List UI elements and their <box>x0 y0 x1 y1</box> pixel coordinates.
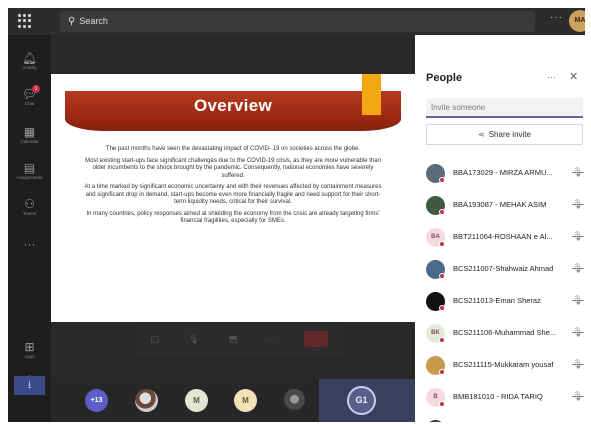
download-icon[interactable]: ⭳ <box>14 376 45 395</box>
rail-item-assignments[interactable]: ▤ Assignments <box>8 161 51 180</box>
presence-indicator <box>439 209 445 215</box>
share-invite-label: Share invite <box>488 130 531 139</box>
participant-name: BBT211064-ROSHAAN e Al... <box>453 232 553 241</box>
rail-item-label: Assignments <box>16 175 43 180</box>
shared-slide: Overview The past months have seen the d… <box>51 74 415 322</box>
mic-muted-icon[interactable]: 🎙︎ <box>572 263 583 274</box>
calendar-icon: ▦ <box>23 125 36 139</box>
share-screen-icon[interactable]: ⬒ <box>229 334 238 345</box>
participant-row[interactable]: BK BCS211106-Muhammad She... 🎙︎ <box>426 322 585 346</box>
rail-item-calendar[interactable]: ▦ Calendar <box>8 125 51 144</box>
assignments-icon: ▤ <box>23 161 36 175</box>
mic-muted-icon[interactable]: 🎙︎ <box>572 359 583 370</box>
presence-indicator <box>439 305 445 311</box>
participant-avatar[interactable] <box>135 389 158 412</box>
rail-item-label: Apps <box>24 354 35 359</box>
participant-name: BCS211106-Muhammad She... <box>453 328 557 337</box>
slide-paragraph: Most existing start-ups face significant… <box>85 157 381 179</box>
presence-indicator <box>439 337 445 343</box>
rail-item-chat[interactable]: 💬︎ 1 Chat <box>8 85 51 106</box>
presence-indicator <box>439 241 445 247</box>
apps-icon: ⊞ <box>24 340 35 354</box>
rail-item-apps[interactable]: ⊞ Apps <box>8 340 51 359</box>
panel-more-icon[interactable]: ··· <box>547 72 556 82</box>
chat-icon: 💬︎ <box>21 87 38 101</box>
presence-indicator <box>439 401 445 407</box>
teams-window: ⚲ Search ··· MA 🔔︎ Activity 💬︎ 1 Chat ▦ C… <box>8 8 585 422</box>
rail-item-label: Calendar <box>20 139 39 144</box>
rail-item-label: Chat <box>24 101 35 106</box>
search-placeholder: Search <box>79 16 108 26</box>
participant-name: BCS211007-Shahwaiz Ahmad <box>453 264 554 273</box>
more-options-icon[interactable]: ··· <box>550 12 563 23</box>
participant-avatar <box>426 420 445 422</box>
participant-name: BBA173029 - MIRZA ARMU... <box>453 168 553 177</box>
teams-icon: ⚇ <box>24 197 35 211</box>
rail-item-activity[interactable]: 🔔︎ Activity <box>8 51 51 70</box>
people-panel: People ··· ✕ ⋖Share invite BBA173029 - M… <box>415 35 585 422</box>
hang-up-button[interactable] <box>304 331 329 347</box>
top-bar: ⚲ Search ··· MA <box>8 8 585 35</box>
search-box[interactable]: ⚲ Search <box>60 11 535 32</box>
participant-name: BBA193087 - MEHAK ASIM <box>453 200 547 209</box>
participant-row[interactable]: BCS211115-Mukkaram yousaf 🎙︎ <box>426 354 585 378</box>
participant-avatar[interactable] <box>283 389 306 412</box>
rail-item-label: Activity <box>22 65 37 70</box>
participant-strip: +13 M M G1 <box>51 379 415 422</box>
rail-item-teams[interactable]: ⚇ Teams <box>8 197 51 216</box>
participant-row[interactable]: BCS211007-Shahwaiz Ahmad 🎙︎ <box>426 258 585 282</box>
participant-row[interactable]: B BMB181010 - RIDA TARIQ 🎙︎ <box>426 386 585 410</box>
presence-indicator <box>439 273 445 279</box>
presence-indicator <box>439 177 445 183</box>
slide-paragraph: In many countries, policy responses aime… <box>86 210 380 225</box>
camera-icon[interactable]: ▢ <box>151 334 160 345</box>
share-icon: ⋖ <box>478 130 485 139</box>
participant-row[interactable]: BBA173029 - MIRZA ARMU... 🎙︎ <box>426 162 585 186</box>
more-icon: ··· <box>23 237 36 251</box>
slide-paragraph: The past months have seen the devastatin… <box>105 146 361 152</box>
mic-muted-icon[interactable]: 🎙︎ <box>572 231 583 242</box>
bell-icon: 🔔︎ <box>21 51 38 65</box>
panel-title: People <box>426 72 463 84</box>
app-launcher-icon[interactable] <box>18 14 32 28</box>
more-participants-button[interactable]: +13 <box>85 389 108 412</box>
slide-body: The past months have seen the devastatin… <box>81 146 385 230</box>
unread-badge: 1 <box>32 85 40 93</box>
app-rail: 🔔︎ Activity 💬︎ 1 Chat ▦ Calendar ▤ Assig… <box>8 35 51 422</box>
presence-indicator <box>439 369 445 375</box>
close-icon[interactable]: ✕ <box>569 70 578 83</box>
meeting-controls: ▢ 🎙︎ ⬒ ··· <box>136 323 343 355</box>
mic-muted-icon[interactable]: 🎙︎ <box>572 327 583 338</box>
participant-name: BCS211115-Mukkaram yousaf <box>453 360 554 369</box>
mic-muted-icon[interactable]: 🎙︎ <box>572 295 583 306</box>
participant-name: BCS211013-Eman Sheraz <box>453 296 541 305</box>
participant-avatar[interactable]: M <box>185 389 208 412</box>
slide-paragraph: At a time marked by significant economic… <box>84 184 382 205</box>
participant-row[interactable]: BBA193087 - MEHAK ASIM 🎙︎ <box>426 194 585 218</box>
slide-title: Overview <box>193 96 272 115</box>
rail-item-more[interactable]: ··· <box>8 237 51 251</box>
mic-muted-icon[interactable]: 🎙︎ <box>572 391 583 402</box>
more-actions-icon[interactable]: ··· <box>266 334 275 344</box>
active-speaker-avatar[interactable]: G1 <box>347 386 376 415</box>
participant-name: BMB181010 - RIDA TARIQ <box>453 392 543 401</box>
participant-row[interactable]: BA BBT211064-ROSHAAN e Al... 🎙︎ <box>426 226 585 250</box>
meeting-stage: Overview The past months have seen the d… <box>51 35 415 422</box>
mic-muted-icon[interactable]: 🎙︎ <box>572 167 583 178</box>
participant-row[interactable]: BME183060 - ASAD ALI KHAN🎙︎ <box>426 418 585 422</box>
search-icon: ⚲ <box>68 16 76 27</box>
participant-row[interactable]: BCS211013-Eman Sheraz 🎙︎ <box>426 290 585 314</box>
rail-item-label: Teams <box>22 211 37 216</box>
participant-avatar[interactable]: M <box>234 389 257 412</box>
share-invite-button[interactable]: ⋖ Share invite <box>426 124 583 145</box>
mic-muted-icon[interactable]: 🎙︎ <box>572 199 583 210</box>
invite-input[interactable] <box>426 98 583 118</box>
user-avatar[interactable]: MA <box>569 10 585 32</box>
mic-icon[interactable]: 🎙︎ <box>188 334 199 345</box>
